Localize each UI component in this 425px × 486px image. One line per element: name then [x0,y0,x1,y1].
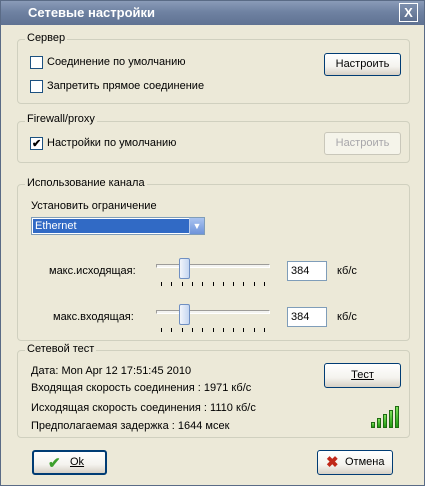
title-bar[interactable]: Сетевые настройки X [1,1,424,25]
download-slider-track[interactable] [156,310,270,314]
slider-tick [191,282,193,286]
slider-tick [202,328,204,332]
checkmark-icon: ✔ [48,455,61,472]
estimated-latency: Предполагаемая задержка : 1644 мсек [31,420,230,432]
ok-button-label: Ok [70,456,85,468]
slider-tick [212,328,214,332]
download-slider-thumb[interactable] [178,304,190,325]
cancel-button[interactable]: ✖ Отмена [317,450,393,475]
upload-slider-track[interactable] [156,264,270,268]
firewall-default-settings-checkbox[interactable]: ✔ [30,137,43,150]
firewall-configure-button[interactable]: Настроить [324,132,401,155]
default-connection-label: Соединение по умолчанию [47,56,186,68]
slider-tick [181,282,183,286]
slider-tick [253,328,255,332]
limit-label: Установить ограничение [31,200,157,212]
download-unit-label: кб/с [337,311,357,323]
slider-tick [253,282,255,286]
slider-tick [161,328,162,332]
slider-tick [233,328,235,332]
ok-button[interactable]: ✔ Ok [32,450,107,475]
upload-unit-label: кб/с [337,265,357,277]
signal-strength-icon [371,406,401,428]
upload-label: макс.исходящая: [49,265,136,277]
checkmark-icon: ✔ [32,138,42,150]
slider-tick [243,328,245,332]
slider-tick [212,282,214,286]
block-direct-connection-label: Запретить прямое соединение [47,80,205,92]
incoming-speed: Входящая скорость соединения : 1971 кб/с [31,382,252,394]
limit-select-value: Ethernet [33,219,189,233]
slider-tick [222,282,224,286]
slider-tick [181,328,183,332]
network-test-group-label: Сетевой тест [25,343,97,355]
slider-tick [264,282,265,286]
outgoing-speed: Исходящая скорость соединения : 1110 кб/… [31,402,256,414]
slider-tick [243,282,245,286]
test-button-label: Тест [351,369,374,381]
firewall-default-settings-label: Настройки по умолчанию [47,137,177,149]
slider-tick [264,328,265,332]
chevron-down-icon[interactable]: ▼ [189,218,204,234]
bandwidth-group-label: Использование канала [25,177,147,189]
default-connection-checkbox[interactable] [30,56,43,69]
firewall-proxy-group-label: Firewall/proxy [25,113,97,125]
server-configure-button[interactable]: Настроить [324,53,401,76]
cancel-button-label: Отмена [345,456,385,468]
slider-tick [191,328,193,332]
slider-tick [161,282,162,286]
network-settings-dialog: Сетевые настройки X Сервер Соединение по… [0,0,425,486]
upload-limit-input[interactable]: 384 [287,261,327,281]
download-limit-input[interactable]: 384 [287,307,327,327]
upload-slider-thumb[interactable] [178,258,190,279]
signal-bar [395,406,399,428]
signal-bar [377,418,381,428]
slider-tick [171,282,173,286]
signal-bar [383,414,387,428]
cross-icon: ✖ [326,454,339,471]
download-label: макс.входящая: [53,311,134,323]
slider-tick [202,282,204,286]
limit-select[interactable]: Ethernet ▼ [31,217,205,235]
test-date: Дата: Mon Apr 12 17:51:45 2010 [31,365,192,377]
slider-tick [233,282,235,286]
signal-bar [389,410,393,428]
block-direct-connection-checkbox[interactable] [30,80,43,93]
slider-tick [171,328,173,332]
test-button[interactable]: Тест [324,363,401,388]
server-group-label: Сервер [25,32,68,44]
signal-bar [371,422,375,428]
slider-tick [222,328,224,332]
window-title: Сетевые настройки [28,5,156,20]
close-button[interactable]: X [399,3,418,22]
